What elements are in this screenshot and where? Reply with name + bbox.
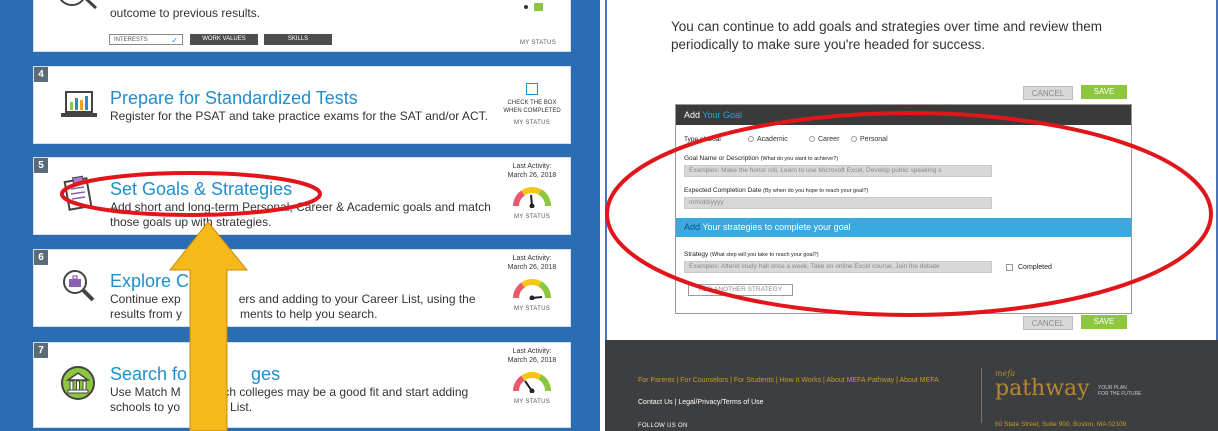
- annotation-overlay: [60, 171, 322, 431]
- screenshot: outcome to previous results. INTERESTS ✓…: [0, 0, 1218, 431]
- pathway-steps-panel: outcome to previous results. INTERESTS ✓…: [0, 0, 600, 431]
- goal-form-panel: You can continue to add goals and strate…: [605, 0, 1218, 431]
- highlight-ellipse: [605, 111, 1213, 317]
- highlight-ellipse: [60, 171, 322, 217]
- annotation-overlay-right: [605, 111, 1213, 317]
- up-arrow-annotation: [168, 221, 249, 431]
